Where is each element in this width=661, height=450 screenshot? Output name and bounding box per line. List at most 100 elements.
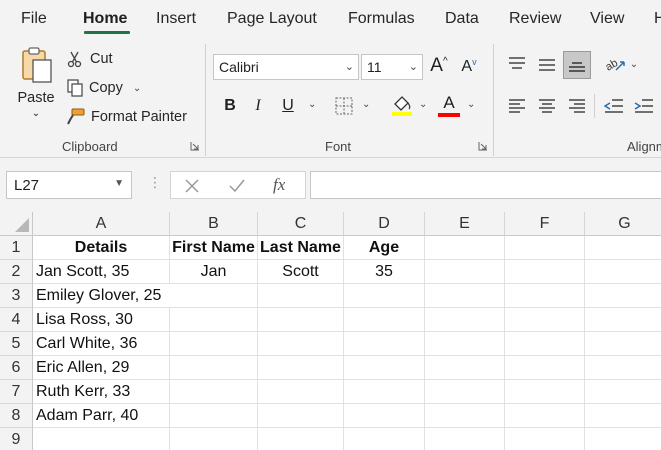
chevron-down-icon[interactable]: ⌄ [304, 99, 316, 110]
cell-e2[interactable] [425, 260, 505, 284]
cell-e3[interactable] [425, 284, 505, 308]
cell-f9[interactable] [505, 428, 585, 450]
font-color-button[interactable]: A [437, 93, 461, 117]
cell-a7[interactable]: Ruth Kerr, 33 [33, 380, 170, 404]
increase-font-size-button[interactable]: A ^ [427, 54, 451, 78]
column-header-d[interactable]: D [344, 212, 425, 236]
cell-b5[interactable] [170, 332, 258, 356]
chevron-down-icon[interactable]: ⌄ [463, 99, 475, 110]
cell-g4[interactable] [585, 308, 661, 332]
cell-g1[interactable] [585, 236, 661, 260]
cell-b7[interactable] [170, 380, 258, 404]
row-header-5[interactable]: 5 [0, 332, 33, 356]
clipboard-launcher-icon[interactable] [190, 141, 200, 151]
cell-f2[interactable] [505, 260, 585, 284]
cell-b3[interactable] [170, 284, 258, 308]
insert-function-icon[interactable]: fx [273, 175, 285, 195]
row-header-2[interactable]: 2 [0, 260, 33, 284]
cell-f7[interactable] [505, 380, 585, 404]
italic-button[interactable]: I [246, 94, 270, 118]
formula-input[interactable] [310, 171, 661, 199]
row-header-1[interactable]: 1 [0, 236, 33, 260]
cell-a4[interactable]: Lisa Ross, 30 [33, 308, 170, 332]
cell-e5[interactable] [425, 332, 505, 356]
cut-button[interactable]: Cut [66, 48, 113, 70]
row-header-8[interactable]: 8 [0, 404, 33, 428]
cell-d8[interactable] [344, 404, 425, 428]
cell-d5[interactable] [344, 332, 425, 356]
cell-c8[interactable] [258, 404, 344, 428]
cell-c6[interactable] [258, 356, 344, 380]
tab-page-layout[interactable]: Page Layout [227, 10, 317, 28]
cell-a5[interactable]: Carl White, 36 [33, 332, 170, 356]
enter-check-icon[interactable] [229, 179, 245, 193]
cell-f4[interactable] [505, 308, 585, 332]
cell-g9[interactable] [585, 428, 661, 450]
cell-b2[interactable]: Jan [170, 260, 258, 284]
cell-a3[interactable]: Emiley Glover, 25 [33, 284, 170, 308]
cell-e4[interactable] [425, 308, 505, 332]
cell-g6[interactable] [585, 356, 661, 380]
font-size-select[interactable]: 11 ⌄ [361, 54, 423, 80]
chevron-down-icon[interactable]: ▼ [114, 178, 124, 189]
cell-g7[interactable] [585, 380, 661, 404]
tab-formulas[interactable]: Formulas [348, 10, 415, 28]
column-header-g[interactable]: G [585, 212, 661, 236]
cell-e1[interactable] [425, 236, 505, 260]
cell-e8[interactable] [425, 404, 505, 428]
cell-c5[interactable] [258, 332, 344, 356]
paste-button[interactable]: Paste ⌄ [14, 46, 58, 134]
cell-a1[interactable]: Details [33, 236, 170, 260]
cell-a9[interactable] [33, 428, 170, 450]
cell-e7[interactable] [425, 380, 505, 404]
cell-c1[interactable]: Last Name [258, 236, 344, 260]
select-all-button[interactable] [0, 212, 33, 236]
fill-color-button[interactable] [390, 93, 414, 117]
decrease-font-size-button[interactable]: Av [457, 55, 481, 79]
column-header-b[interactable]: B [170, 212, 258, 236]
align-right-button[interactable] [565, 94, 589, 118]
tab-insert[interactable]: Insert [156, 10, 196, 28]
paste-dropdown-icon[interactable]: ⌄ [32, 108, 40, 119]
cell-d9[interactable] [344, 428, 425, 450]
row-header-6[interactable]: 6 [0, 356, 33, 380]
column-header-a[interactable]: A [33, 212, 170, 236]
cell-g2[interactable] [585, 260, 661, 284]
chevron-down-icon[interactable]: ⌄ [358, 99, 370, 110]
cell-c2[interactable]: Scott [258, 260, 344, 284]
cell-g5[interactable] [585, 332, 661, 356]
tab-view[interactable]: View [590, 10, 624, 28]
tab-review[interactable]: Review [509, 10, 561, 28]
cell-c7[interactable] [258, 380, 344, 404]
drag-handle-icon[interactable]: ⋮ [148, 174, 162, 191]
decrease-indent-button[interactable] [602, 94, 626, 118]
cell-a6[interactable]: Eric Allen, 29 [33, 356, 170, 380]
underline-button[interactable]: U [276, 94, 300, 118]
format-painter-button[interactable]: Format Painter [66, 106, 187, 128]
cell-f8[interactable] [505, 404, 585, 428]
cell-d2[interactable]: 35 [344, 260, 425, 284]
copy-dropdown-icon[interactable]: ⌄ [133, 83, 141, 94]
cell-f1[interactable] [505, 236, 585, 260]
cell-c9[interactable] [258, 428, 344, 450]
cell-d1[interactable]: Age [344, 236, 425, 260]
borders-button[interactable] [332, 94, 356, 118]
increase-indent-button[interactable] [632, 94, 656, 118]
column-header-f[interactable]: F [505, 212, 585, 236]
row-header-3[interactable]: 3 [0, 284, 33, 308]
cell-g8[interactable] [585, 404, 661, 428]
row-header-9[interactable]: 9 [0, 428, 33, 450]
cell-a2[interactable]: Jan Scott, 35 [33, 260, 170, 284]
tab-home[interactable]: Home [83, 10, 127, 28]
cell-f3[interactable] [505, 284, 585, 308]
cell-b4[interactable] [170, 308, 258, 332]
cell-b8[interactable] [170, 404, 258, 428]
tab-help[interactable]: H [654, 10, 661, 28]
cell-d3[interactable] [344, 284, 425, 308]
cell-b6[interactable] [170, 356, 258, 380]
tab-data[interactable]: Data [445, 10, 479, 28]
cell-f6[interactable] [505, 356, 585, 380]
cell-a8[interactable]: Adam Parr, 40 [33, 404, 170, 428]
orientation-button[interactable]: ab ⌄ [603, 52, 639, 76]
name-box[interactable]: L27 ▼ [6, 171, 132, 199]
